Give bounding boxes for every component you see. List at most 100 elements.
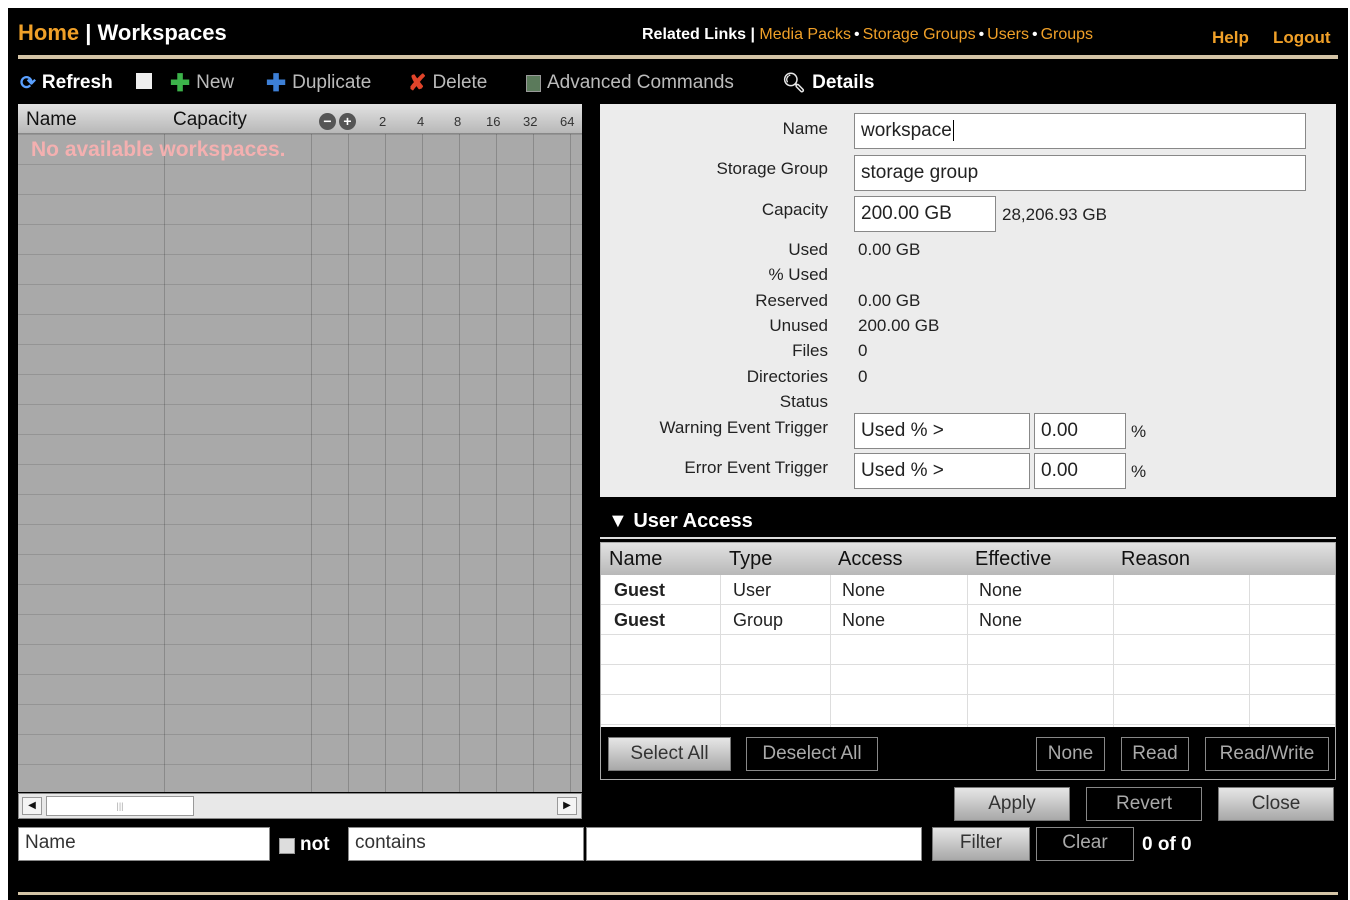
- reserved-label: Reserved: [755, 291, 828, 310]
- logout-link[interactable]: Logout: [1273, 28, 1331, 48]
- column-header-name[interactable]: Name: [26, 109, 77, 131]
- error-condition-select[interactable]: Used % >: [854, 453, 1030, 489]
- capacity-label: Capacity: [761, 200, 828, 219]
- files-label: Files: [792, 341, 828, 360]
- warning-condition-select[interactable]: Used % >: [854, 413, 1030, 449]
- access-read-button[interactable]: Read: [1121, 737, 1189, 771]
- magnifier-icon: 🔍︎: [782, 73, 807, 94]
- cell-effective: None: [979, 580, 1023, 600]
- delete-button[interactable]: ✘ Delete: [408, 68, 487, 98]
- link-separator: •: [978, 26, 985, 43]
- terminal-icon: [526, 74, 541, 92]
- breadcrumb-separator: |: [79, 20, 98, 45]
- link-separator: •: [1031, 26, 1038, 43]
- select-all-button[interactable]: Select All: [608, 737, 731, 771]
- access-read-write-button[interactable]: Read/Write: [1205, 737, 1329, 771]
- name-input[interactable]: workspace: [854, 113, 1306, 149]
- zoom-in-icon[interactable]: +: [339, 113, 356, 130]
- capacity-available: 28,206.93 GB: [1002, 205, 1107, 224]
- cell-name: Guest: [614, 610, 666, 630]
- column-header-type[interactable]: Type: [729, 548, 772, 571]
- grid-header: Name Capacity − + 2 4 8 16 32 64: [18, 104, 582, 134]
- column-header-name[interactable]: Name: [609, 548, 662, 571]
- user-access-toggle[interactable]: ▼ User Access: [608, 510, 753, 533]
- directories-label: Directories: [746, 367, 828, 386]
- deselect-all-button[interactable]: Deselect All: [746, 737, 878, 771]
- filter-button[interactable]: Filter: [932, 827, 1030, 861]
- revert-button[interactable]: Revert: [1086, 787, 1202, 821]
- footer-divider: [18, 892, 1338, 895]
- link-separator: •: [854, 26, 860, 43]
- directories-value: 0: [858, 367, 868, 386]
- apply-button[interactable]: Apply: [954, 787, 1070, 821]
- filter-operator-select[interactable]: contains: [348, 827, 584, 861]
- horizontal-scrollbar[interactable]: ◀ ||| ▶: [18, 793, 582, 819]
- empty-row: [601, 665, 1335, 695]
- home-link[interactable]: Home: [18, 20, 79, 45]
- related-links: Related Links | Media Packs • Storage Grou…: [642, 26, 1093, 44]
- access-none-button[interactable]: None: [1036, 737, 1105, 771]
- plus-icon: ✚: [170, 69, 191, 97]
- zoom-out-icon[interactable]: −: [319, 113, 336, 130]
- cell-access: None: [842, 580, 886, 600]
- filter-value-input[interactable]: [586, 827, 922, 861]
- used-value: 0.00 GB: [858, 240, 921, 259]
- section-divider: [600, 537, 1336, 539]
- link-media-packs[interactable]: Media Packs: [759, 26, 851, 43]
- warning-trigger-label: Warning Event Trigger: [659, 418, 829, 437]
- advanced-commands-button[interactable]: Advanced Commands: [526, 68, 734, 98]
- stop-icon[interactable]: [136, 73, 152, 89]
- table-row[interactable]: Guest User None None: [601, 575, 1335, 605]
- scale-tick: 2: [379, 114, 387, 129]
- filter-field-select[interactable]: Name: [18, 827, 270, 861]
- column-header-effective[interactable]: Effective: [975, 548, 1051, 571]
- cell-name: Guest: [614, 580, 666, 600]
- close-button[interactable]: Close: [1218, 787, 1334, 821]
- scroll-left-icon[interactable]: ◀: [22, 797, 42, 815]
- page-title: Workspaces: [97, 20, 227, 45]
- user-access-header: Name Type Access Effective Reason: [601, 543, 1335, 575]
- related-links-label: Related Links |: [642, 26, 755, 43]
- percent-sign: %: [1131, 422, 1147, 441]
- empty-row: [601, 695, 1335, 725]
- scroll-right-icon[interactable]: ▶: [557, 797, 577, 815]
- error-threshold-input[interactable]: 0.00: [1034, 453, 1126, 489]
- table-row[interactable]: Guest Group None None: [601, 605, 1335, 635]
- workspaces-grid: Name Capacity − + 2 4 8 16 32 64 No avai…: [18, 104, 582, 792]
- duplicate-label: Duplicate: [292, 72, 372, 93]
- new-button[interactable]: ✚ New: [170, 68, 234, 98]
- clear-button[interactable]: Clear: [1036, 827, 1134, 861]
- capacity-input[interactable]: 200.00 GB: [854, 196, 996, 232]
- cell-effective: None: [979, 610, 1023, 630]
- details-label: Details: [812, 72, 875, 93]
- details-button[interactable]: 🔍︎ Details: [782, 68, 874, 98]
- percent-sign: %: [1131, 462, 1147, 481]
- user-access-table: Guest User None None Guest Group None No…: [601, 575, 1335, 727]
- refresh-button[interactable]: ⟳ Refresh: [20, 68, 113, 98]
- grid-rows: [18, 134, 582, 792]
- scale-tick: 4: [417, 114, 425, 129]
- unused-label: Unused: [769, 316, 828, 335]
- column-header-access[interactable]: Access: [838, 548, 902, 571]
- scroll-thumb[interactable]: |||: [46, 796, 194, 816]
- help-link[interactable]: Help: [1212, 28, 1249, 48]
- scale-tick: 32: [523, 114, 538, 129]
- duplicate-button[interactable]: ✚ Duplicate: [266, 68, 371, 98]
- reserved-value: 0.00 GB: [858, 291, 921, 310]
- status-label: Status: [779, 392, 828, 411]
- warning-threshold-input[interactable]: 0.00: [1034, 413, 1126, 449]
- new-label: New: [196, 72, 235, 93]
- column-header-reason[interactable]: Reason: [1121, 548, 1190, 571]
- not-checkbox[interactable]: [279, 838, 295, 854]
- delete-label: Delete: [432, 72, 488, 93]
- link-groups[interactable]: Groups: [1041, 26, 1093, 43]
- result-count: 0 of 0: [1142, 834, 1192, 855]
- storage-group-input[interactable]: storage group: [854, 155, 1306, 191]
- plus-icon: ✚: [266, 69, 287, 97]
- link-storage-groups[interactable]: Storage Groups: [863, 26, 976, 43]
- x-icon: ✘: [408, 70, 427, 95]
- cell-access: None: [842, 610, 886, 630]
- link-users[interactable]: Users: [987, 26, 1029, 43]
- column-header-capacity[interactable]: Capacity: [173, 109, 247, 131]
- user-access-panel: Name Type Access Effective Reason Guest …: [600, 542, 1336, 780]
